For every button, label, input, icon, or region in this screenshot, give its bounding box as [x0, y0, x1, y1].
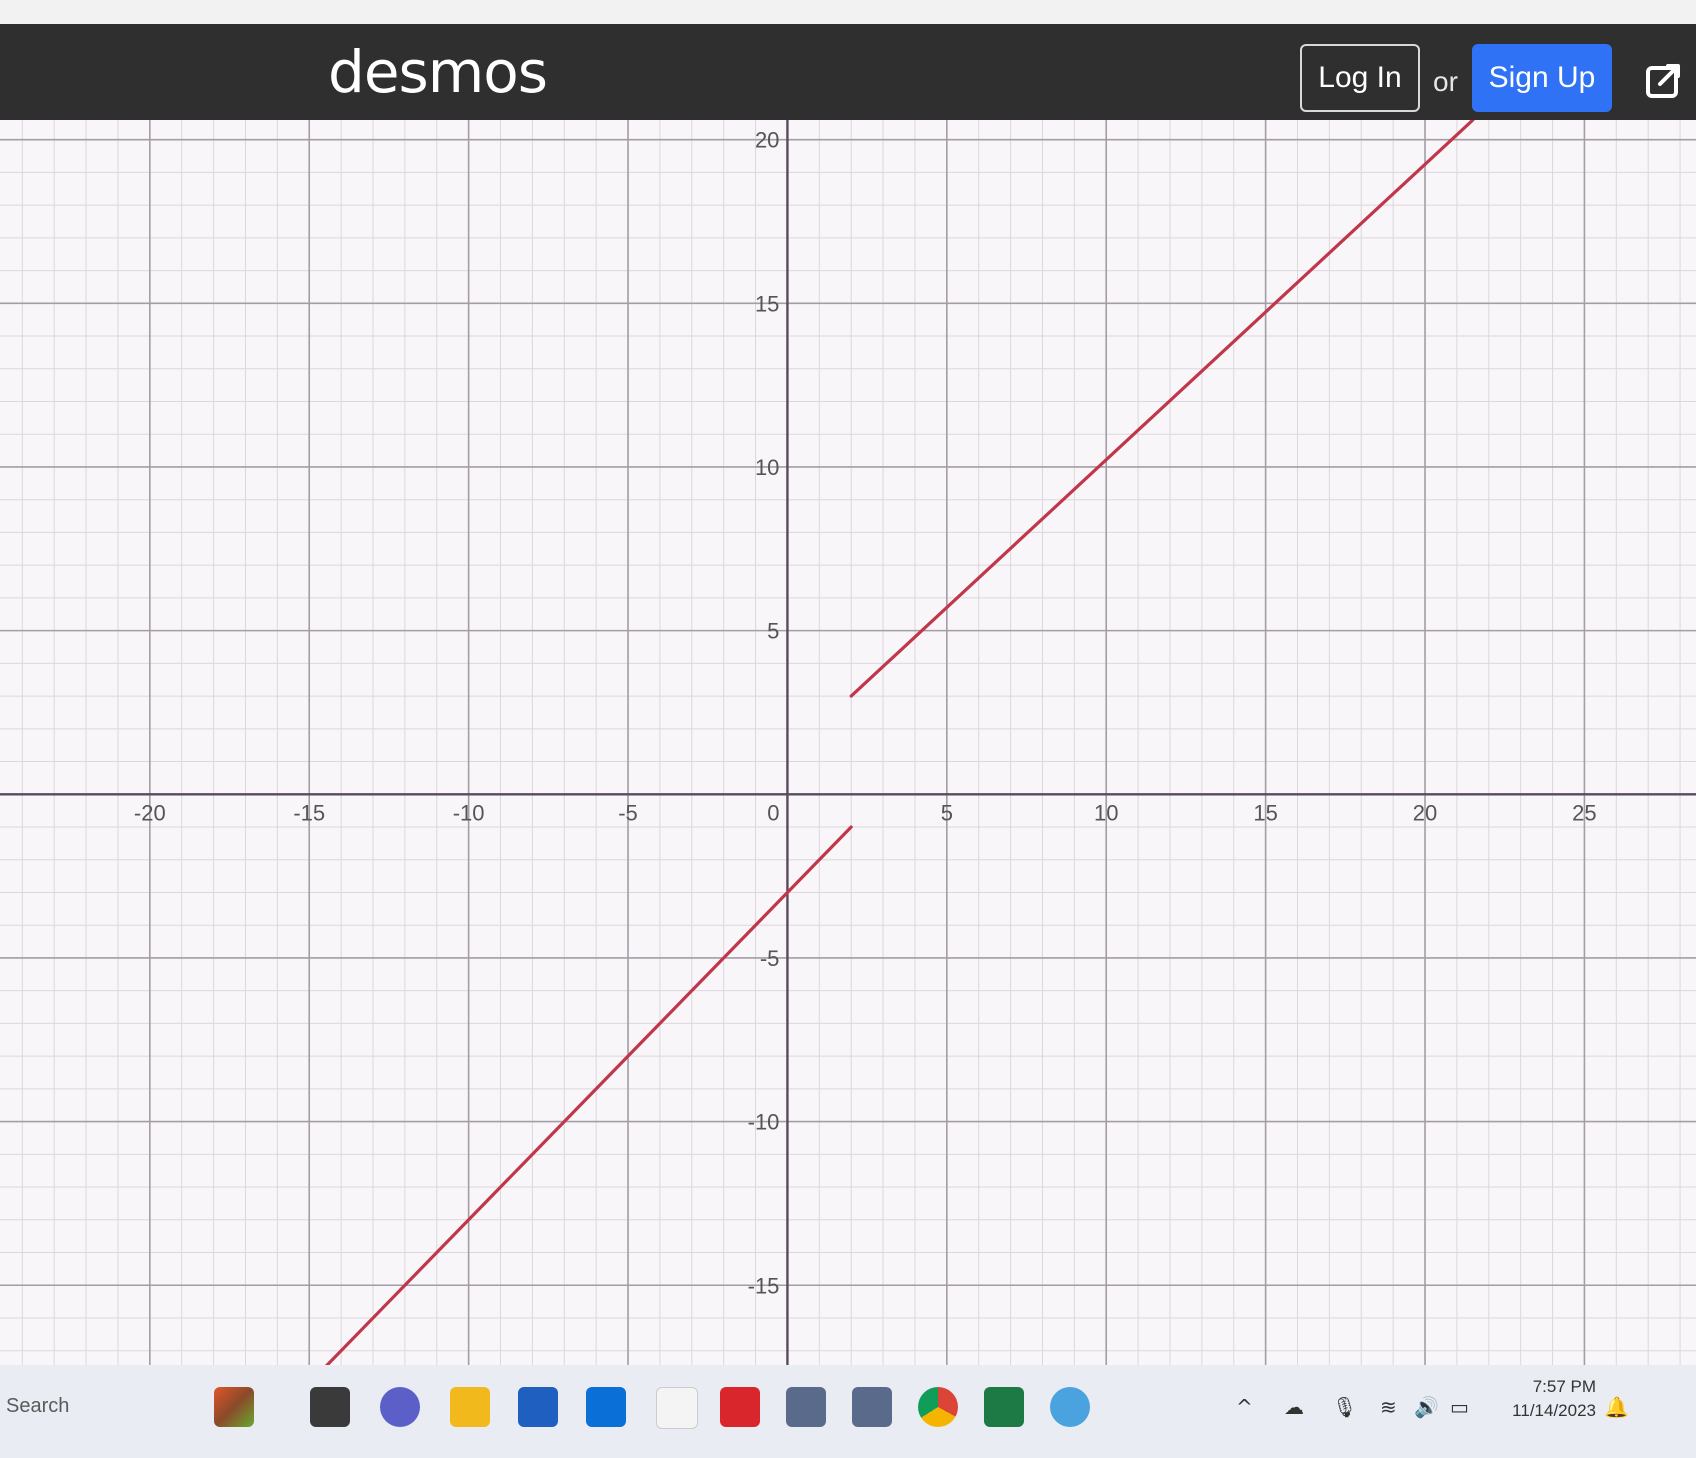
wifi-icon[interactable]: ≋ [1380, 1395, 1397, 1419]
clock-date[interactable]: 11/14/2023 [1496, 1401, 1596, 1421]
y-tick-label: -10 [748, 1110, 780, 1135]
x-tick-label: -10 [453, 800, 485, 825]
x-tick-label: 20 [1413, 800, 1437, 825]
y-tick-label: -5 [760, 946, 780, 971]
graph-canvas[interactable]: -20 -15 -10 -5 0 5 10 15 20 25 20 15 10 5 -5 -10 -15 [0, 120, 1696, 1390]
chrome-icon[interactable] [918, 1387, 958, 1427]
monitor-bezel-top [0, 0, 1696, 24]
clock-time[interactable]: 7:57 PM [1530, 1377, 1596, 1397]
x-tick-label: -15 [293, 800, 325, 825]
x-tick-label: 25 [1572, 800, 1596, 825]
x-tick-label: 0 [767, 800, 779, 825]
microphone-icon[interactable]: 🎙 [1332, 1395, 1357, 1419]
widgets-icon[interactable] [214, 1387, 254, 1427]
graph-segment-2 [849, 120, 1475, 698]
y-tick-label: 20 [755, 128, 779, 153]
onedrive-icon[interactable]: ☁ [1284, 1395, 1304, 1419]
battery-icon[interactable]: ▭ [1450, 1395, 1469, 1419]
y-tick-label: 10 [755, 455, 779, 480]
app-icon-2[interactable] [852, 1387, 892, 1427]
share-icon[interactable] [1644, 58, 1686, 100]
y-tick-label: 5 [767, 619, 779, 644]
volume-icon[interactable]: 🔊 [1414, 1395, 1439, 1419]
notification-bell-icon[interactable]: 🔔 [1604, 1395, 1629, 1419]
sign-up-button[interactable]: Sign Up [1472, 44, 1612, 112]
graph-paper[interactable]: -20 -15 -10 -5 0 5 10 15 20 25 20 15 10 5 -5 -10 -15 [0, 120, 1696, 1390]
x-tick-label: 15 [1253, 800, 1277, 825]
x-tick-label: 10 [1094, 800, 1118, 825]
y-tick-label: 15 [755, 291, 779, 316]
security-app-icon[interactable] [720, 1387, 760, 1427]
windows-taskbar: Search ^ ☁ 🎙 ≋ 🔊 ▭ 🔔 7:57 PM 11/14/2023 [0, 1365, 1696, 1458]
y-tick-label: -15 [748, 1273, 780, 1298]
file-explorer-icon[interactable] [450, 1387, 490, 1427]
x-tick-label: -5 [618, 800, 638, 825]
show-hidden-icons-icon[interactable]: ^ [1236, 1395, 1253, 1419]
notepad-icon[interactable] [656, 1387, 698, 1429]
app-icon-1[interactable] [786, 1387, 826, 1427]
paint-icon[interactable] [1050, 1387, 1090, 1427]
graph-segment-1 [301, 825, 853, 1390]
task-view-icon[interactable] [310, 1387, 350, 1427]
desmos-logo[interactable]: desmos [328, 38, 548, 106]
x-tick-label: 5 [941, 800, 953, 825]
or-label: or [1433, 66, 1458, 97]
x-tick-label: -20 [134, 800, 166, 825]
cortana-icon[interactable] [586, 1387, 626, 1427]
excel-icon[interactable] [984, 1387, 1024, 1427]
store-icon[interactable] [518, 1387, 558, 1427]
log-in-button[interactable]: Log In [1300, 44, 1420, 112]
taskbar-search[interactable]: Search [6, 1395, 69, 1418]
meet-icon[interactable] [380, 1387, 420, 1427]
desmos-header: desmos Log In or Sign Up [0, 24, 1696, 120]
